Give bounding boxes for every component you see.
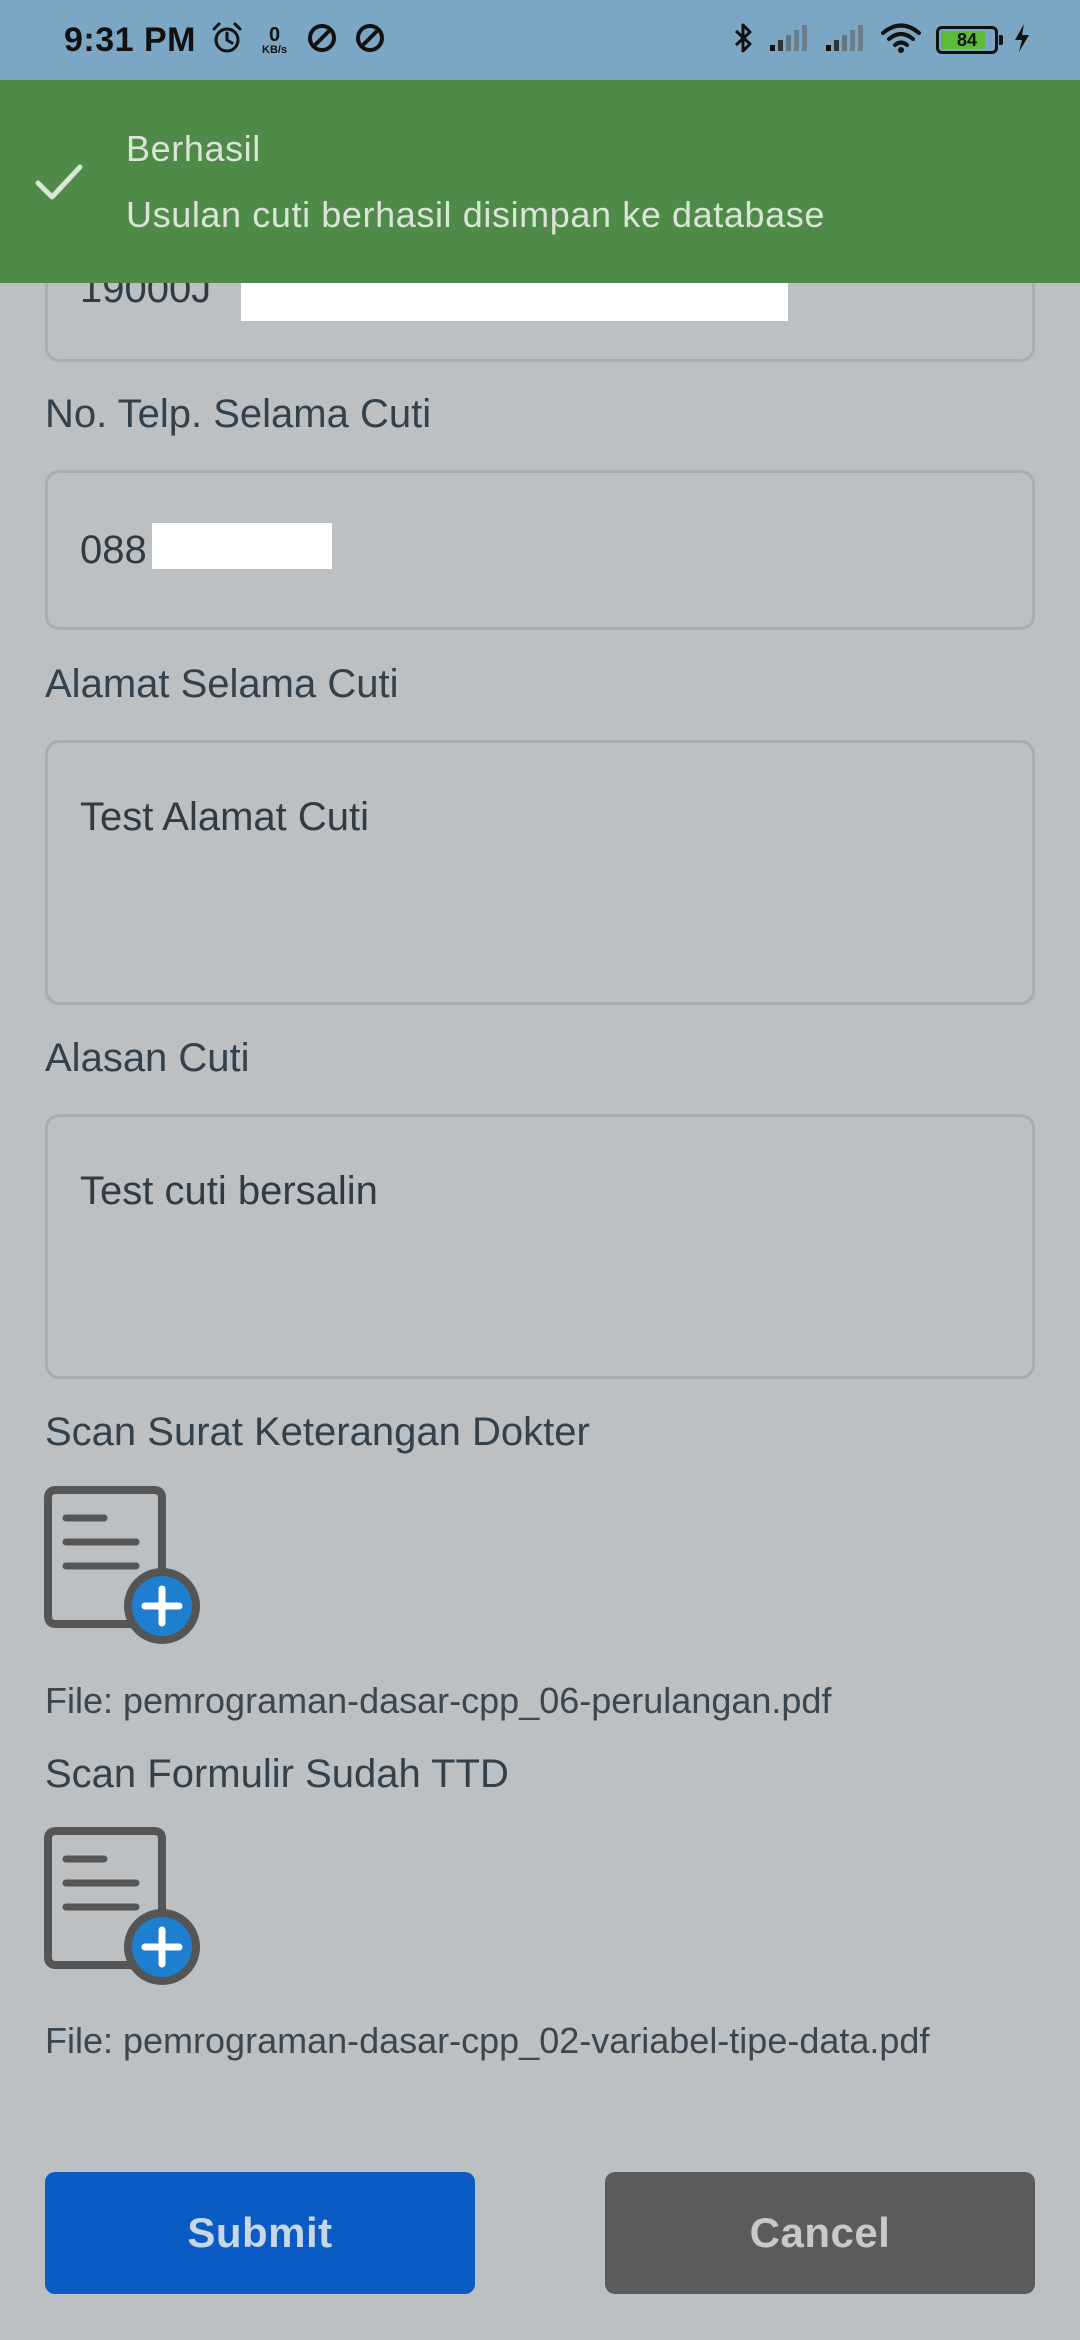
doctor-scan-label: Scan Surat Keterangan Dokter [45,1410,590,1454]
battery-level: 84 [956,29,978,50]
address-label: Alamat Selama Cuti [45,662,399,706]
bluetooth-icon [732,21,754,60]
address-field[interactable]: Test Alamat Cuti [45,740,1035,1005]
status-right: 84 [732,0,1032,80]
form-scan-label: Scan Formulir Sudah TTD [45,1752,509,1796]
status-left: 9:31 PM 0 KB/s [64,0,387,80]
address-value: Test Alamat Cuti [80,795,370,839]
form-scan-file: File: pemrograman-dasar-cpp_02-variabel-… [45,2020,930,2061]
data-saver-icon [305,21,339,60]
net-speed: 0 KB/s [262,25,287,56]
phone-field[interactable]: 088 [45,470,1035,630]
signal-icon [768,23,810,58]
alarm-icon [210,21,244,60]
phone-label: No. Telp. Selama Cuti [45,392,432,436]
add-document-icon[interactable] [44,1486,209,1656]
phone-value: 088 [80,528,147,572]
status-time: 9:31 PM [64,20,196,59]
signal-icon [824,23,866,58]
battery-icon: 84 [936,26,1003,54]
submit-button[interactable]: Submit [45,2172,475,2294]
reason-value: Test cuti bersalin [80,1169,378,1213]
reason-label: Alasan Cuti [45,1036,250,1080]
check-icon [34,162,84,207]
redaction [241,283,788,321]
charging-icon [1012,22,1032,59]
net-speed-value: 0 [268,23,281,46]
reason-field[interactable]: Test cuti bersalin [45,1114,1035,1379]
redaction [152,523,332,569]
wifi-icon [880,22,922,59]
status-bar: 9:31 PM 0 KB/s 84 [0,0,1080,80]
toast-message: Usulan cuti berhasil disimpan ke databas… [126,194,825,235]
toast-title: Berhasil [126,128,261,169]
data-saver-icon [353,21,387,60]
add-document-icon[interactable] [44,1827,209,1997]
success-toast: Berhasil Usulan cuti berhasil disimpan k… [0,80,1080,283]
net-speed-unit: KB/s [262,43,288,56]
cancel-button[interactable]: Cancel [605,2172,1035,2294]
doctor-scan-file: File: pemrograman-dasar-cpp_06-perulanga… [45,1680,832,1721]
